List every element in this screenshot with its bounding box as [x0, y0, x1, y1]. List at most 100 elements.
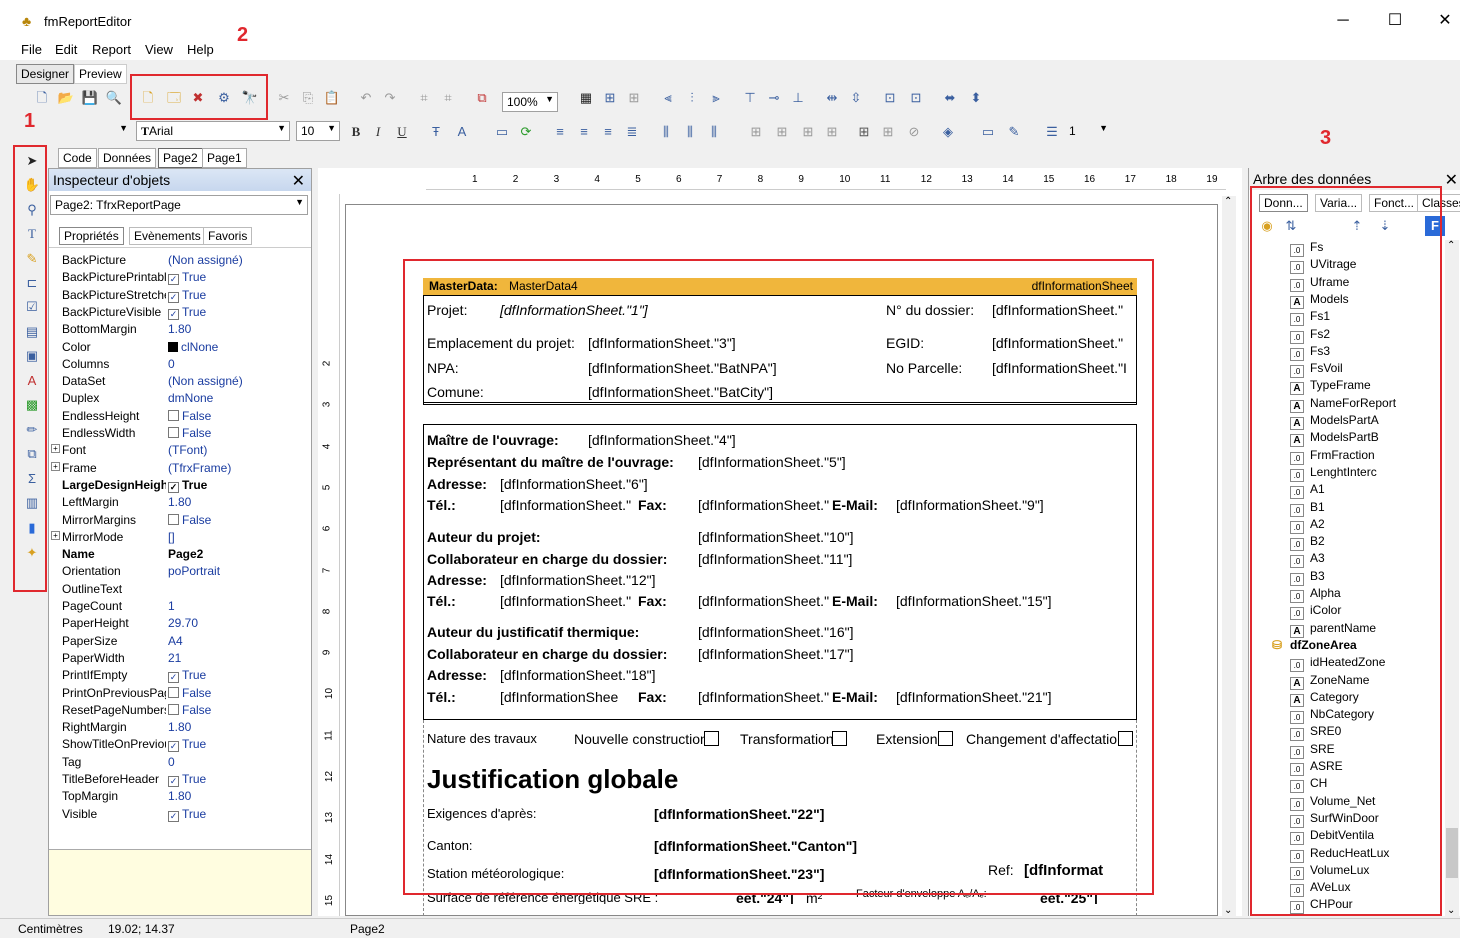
property-row[interactable]: ShowTitleOnPreviousPage✓True [49, 736, 311, 753]
new-report-icon[interactable]: 🗋 [32, 88, 52, 108]
checkbox-icon[interactable] [168, 703, 179, 715]
frame-left-icon[interactable]: ⊞ [798, 122, 818, 142]
paste-icon[interactable]: 📋 [322, 88, 342, 108]
style-select[interactable]: ▼ [20, 121, 132, 141]
line-width-select[interactable]: 1 ▼ [1064, 121, 1112, 141]
group-icon[interactable]: ⌗ [414, 88, 434, 108]
tree-scrollbar[interactable]: ⌃ ⌄ [1445, 240, 1459, 916]
frame-top-icon[interactable]: ⊞ [746, 122, 766, 142]
property-value[interactable]: False [168, 409, 211, 423]
property-value[interactable]: 1.80 [168, 322, 191, 336]
property-row[interactable]: + Frame (TfrxFrame) [49, 460, 311, 477]
frame-none-icon[interactable]: ⊞ [878, 122, 898, 142]
frame-right-icon[interactable]: ⊞ [822, 122, 842, 142]
property-row[interactable]: MirrorMargins False [49, 512, 311, 529]
tab-donnees[interactable]: Données [98, 148, 157, 168]
property-value[interactable]: ✓ True [168, 270, 206, 286]
property-row[interactable]: ResetPageNumbers False [49, 702, 311, 719]
line-style-icon[interactable]: ✎ [1004, 122, 1024, 142]
property-value[interactable]: 0 [168, 755, 175, 769]
property-row[interactable]: LeftMargin 1.80 [49, 494, 311, 511]
property-value[interactable]: False [168, 703, 211, 717]
zoom-select[interactable]: 100% ▼ [502, 92, 558, 112]
space-vert-icon[interactable]: ⇳ [846, 88, 866, 108]
fill-color-icon[interactable]: ◈ [938, 122, 958, 142]
property-row[interactable]: BottomMargin 1.80 [49, 321, 311, 338]
property-row[interactable]: BackPicture (Non assigné) [49, 252, 311, 269]
font-name-select[interactable]: TArial ▼ [136, 121, 290, 141]
property-row[interactable]: Name Page2 [49, 546, 311, 563]
valign-bottom-icon[interactable]: ⫼ [704, 122, 724, 142]
font-settings-icon[interactable]: Ŧ [426, 122, 446, 142]
property-row[interactable]: PaperWidth 21 [49, 650, 311, 667]
property-value[interactable]: 1.80 [168, 495, 191, 509]
underline-button[interactable]: U [392, 122, 412, 142]
property-value[interactable]: (TfrxFrame) [168, 461, 231, 475]
tab-code[interactable]: Code [58, 148, 97, 168]
property-row[interactable]: TitleBeforeHeader ✓ True [49, 771, 311, 788]
property-row[interactable]: BackPicturePrintable ✓ True [49, 269, 311, 286]
property-value[interactable]: 1.80 [168, 720, 191, 734]
checkbox-icon[interactable]: ✓ [168, 810, 179, 822]
line-width-icon[interactable]: ☰ [1042, 122, 1062, 142]
property-value[interactable]: 1.80 [168, 789, 191, 803]
property-row[interactable]: RightMargin 1.80 [49, 719, 311, 736]
menu-edit[interactable]: Edit [55, 42, 77, 57]
tab-proprietes[interactable]: Propriétés [59, 227, 124, 245]
property-value[interactable]: [] [168, 530, 175, 544]
property-value[interactable]: dmNone [168, 391, 213, 405]
checkbox-icon[interactable] [168, 686, 179, 698]
object-select[interactable]: Page2: TfrxReportPage ▼ [50, 195, 308, 215]
property-row[interactable]: PageCount 1 [49, 598, 311, 615]
property-value[interactable]: poPortrait [168, 564, 220, 578]
tab-favoris[interactable]: Favoris [203, 227, 253, 245]
property-row[interactable]: PaperHeight 29.70 [49, 615, 311, 632]
align-bottom-icon[interactable]: ⊥ [788, 88, 808, 108]
checkbox-icon[interactable]: ✓ [168, 481, 179, 493]
text-justify-icon[interactable]: ≣ [622, 122, 642, 142]
close-icon[interactable]: ✕ [1445, 170, 1458, 190]
bring-front-icon[interactable]: ⧉ [472, 88, 492, 108]
property-row[interactable]: Visible ✓ True [49, 806, 311, 823]
checkbox-icon[interactable]: ✓ [168, 274, 179, 286]
valign-middle-icon[interactable]: ⫼ [680, 122, 700, 142]
same-width-icon[interactable]: ⬌ [940, 88, 960, 108]
align-middle-icon[interactable]: ⊸ [764, 88, 784, 108]
align-right-icon[interactable]: ⫸ [706, 88, 726, 108]
bold-button[interactable]: B [346, 122, 366, 142]
undo-icon[interactable]: ↶ [356, 88, 376, 108]
italic-button[interactable]: I [368, 122, 388, 142]
checkbox-icon[interactable] [168, 409, 179, 421]
tab-designer[interactable]: Designer [16, 64, 75, 84]
menu-help[interactable]: Help [187, 42, 214, 57]
property-value[interactable]: ✓ True [168, 668, 206, 684]
checkbox-icon[interactable]: ✓ [168, 776, 179, 787]
align-top-icon[interactable]: ⊤ [740, 88, 760, 108]
property-value[interactable]: False [168, 686, 211, 700]
checkbox-icon[interactable] [168, 513, 179, 525]
close-button[interactable]: ✕ [1422, 6, 1460, 36]
property-row[interactable]: + MirrorMode [] [49, 529, 311, 546]
checkbox-icon[interactable]: ✓ [168, 291, 179, 303]
space-horz-icon[interactable]: ⇹ [822, 88, 842, 108]
align-center-icon[interactable]: ⫶ [682, 88, 702, 108]
text-align-right-icon[interactable]: ≡ [598, 122, 618, 142]
fit-grid-icon[interactable]: ⊞ [624, 88, 644, 108]
property-value[interactable]: (TFont) [168, 443, 207, 457]
ungroup-icon[interactable]: ⌗ [438, 88, 458, 108]
property-row[interactable]: Color clNone [49, 339, 311, 356]
frame-color-icon[interactable]: ▭ [978, 122, 998, 142]
design-scrollbar[interactable]: ⌃ ⌄ [1222, 196, 1236, 916]
text-align-center-icon[interactable]: ≡ [574, 122, 594, 142]
checkbox-icon[interactable]: ✓ [168, 308, 179, 320]
expand-icon[interactable]: + [51, 444, 60, 454]
menu-report[interactable]: Report [92, 42, 131, 57]
align-grid-icon[interactable]: ⊞ [600, 88, 620, 108]
tab-page1[interactable]: Page1 [202, 148, 247, 168]
property-row[interactable]: BackPictureVisible ✓ True [49, 304, 311, 321]
align-left-icon[interactable]: ⫷ [658, 88, 678, 108]
property-value[interactable]: ✓ True [168, 478, 207, 493]
property-value[interactable]: A4 [168, 634, 183, 648]
property-row[interactable]: PrintIfEmpty ✓ True [49, 667, 311, 684]
expand-icon[interactable]: + [51, 461, 60, 471]
